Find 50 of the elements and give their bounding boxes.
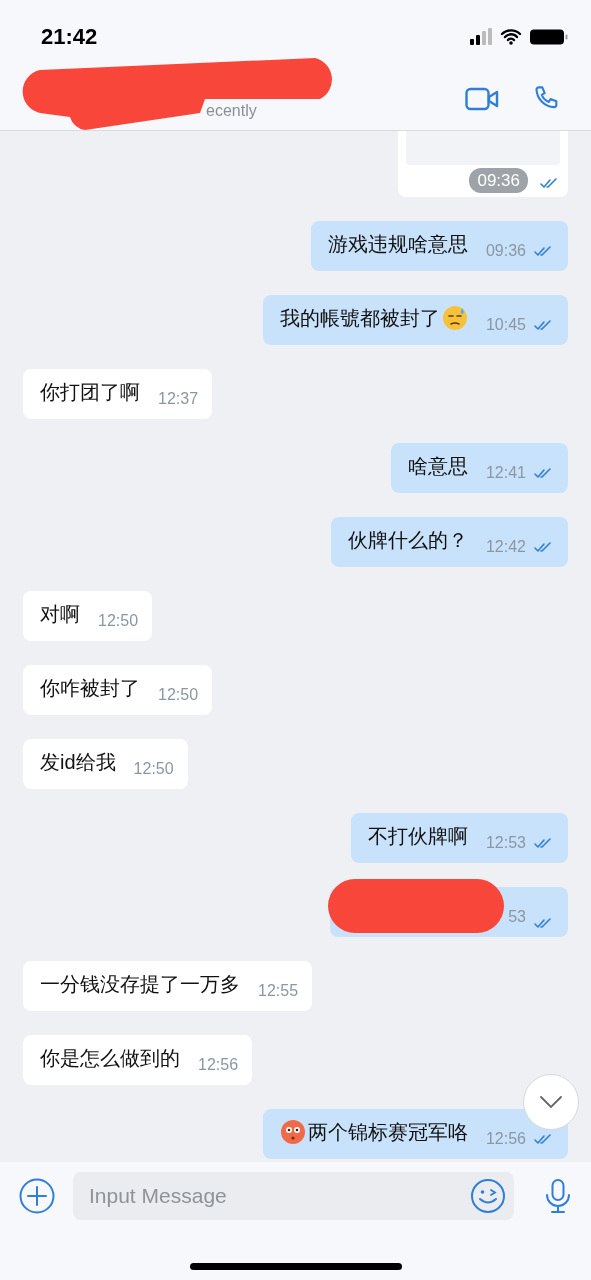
message-input-field[interactable]: Input Message — [73, 1172, 514, 1220]
battery-icon — [530, 28, 568, 45]
wifi-icon — [500, 28, 522, 45]
message-text: 不打伙牌啊 — [367, 824, 468, 849]
time-overlay: 09:36 — [469, 167, 528, 193]
message-input[interactable]: Input Message — [89, 1180, 470, 1212]
message-time: 12:50 — [133, 759, 174, 779]
flushed-face-emoji — [279, 1119, 306, 1145]
scroll-down-button[interactable] — [523, 1074, 579, 1130]
message-time: 12:42 — [485, 537, 526, 557]
message-time: 53 — [508, 907, 526, 927]
message-text: 两个锦标赛冠军咯 — [307, 1120, 468, 1145]
microphone-icon[interactable] — [544, 1178, 572, 1214]
add-icon[interactable] — [19, 1178, 55, 1214]
double-check-icon — [534, 245, 554, 257]
double-check-icon — [534, 319, 554, 331]
message-text: 你是怎么做到的 — [40, 1046, 180, 1071]
message-text: 一分钱没存提了一万多 — [40, 972, 240, 997]
double-check-icon — [534, 918, 554, 929]
status-time: 21:42 — [41, 23, 98, 51]
message-text: 游戏违规啥意思 — [327, 232, 468, 257]
double-check-icon — [540, 178, 560, 189]
sweat-face-emoji — [441, 305, 468, 331]
image-message-bubble[interactable]: 09:36 — [398, 131, 568, 197]
message-text: 发id给我 — [40, 750, 116, 775]
message-time: 12:55 — [258, 981, 299, 1001]
message-time: 12:37 — [158, 389, 199, 409]
message-time: 12:50 — [158, 685, 199, 705]
double-check-icon — [534, 467, 554, 479]
message-text: 你咋被封了 — [40, 676, 140, 701]
message-text: 我的帳號都被封了 — [279, 306, 440, 331]
double-check-icon — [534, 1133, 554, 1145]
message-time: 12:50 — [98, 611, 139, 631]
signal-icon — [470, 27, 492, 46]
message-text: 你打团了啊 — [40, 380, 140, 405]
chevron-down-icon — [540, 1096, 562, 1108]
message-time: 12:56 — [485, 1129, 526, 1149]
double-check-icon — [534, 541, 554, 553]
contact-status: ecently — [206, 101, 257, 121]
message-time: 12:53 — [485, 833, 526, 853]
message-text: 伙牌什么的？ — [347, 528, 468, 553]
message-time: 10:45 — [485, 315, 526, 335]
video-call-icon[interactable] — [465, 87, 499, 111]
message-time: 12:56 — [198, 1055, 239, 1075]
message-text: 啥意思 — [407, 454, 468, 479]
message-time: 09:36 — [485, 241, 526, 261]
double-check-icon — [534, 837, 554, 849]
message-time: 12:41 — [485, 463, 526, 483]
emoji-icon[interactable] — [470, 1178, 506, 1214]
message-text: 对啊 — [40, 602, 80, 627]
